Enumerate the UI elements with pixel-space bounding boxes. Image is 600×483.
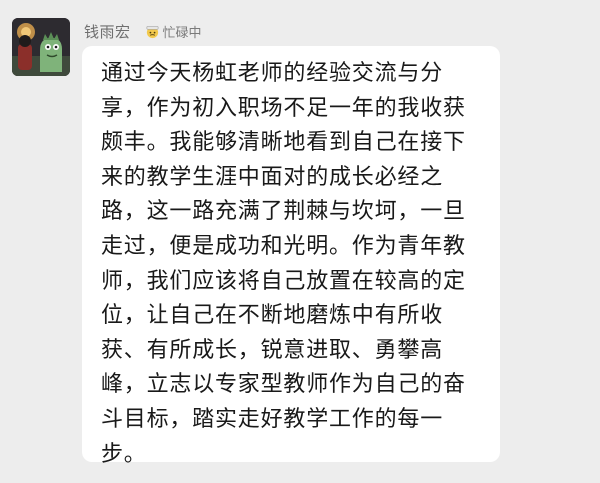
sender-name[interactable]: 钱雨宏 bbox=[84, 21, 131, 42]
dinosaur-avatar-icon bbox=[12, 18, 70, 76]
message-bubble[interactable]: 通过今天杨虹老师的经验交流与分享，作为初入职场不足一年的我收获颇丰。我能够清晰地… bbox=[82, 46, 500, 467]
sender-avatar[interactable] bbox=[12, 18, 70, 76]
status-indicator: 忙碌中 bbox=[145, 22, 202, 41]
busy-face-icon bbox=[146, 25, 158, 38]
message-header: 钱雨宏 忙碌中 bbox=[84, 18, 202, 44]
status-text: 忙碌中 bbox=[162, 25, 202, 41]
message-text: 通过今天杨虹老师的经验交流与分享，作为初入职场不足一年的我收获颇丰。我能够清晰地… bbox=[101, 61, 466, 467]
